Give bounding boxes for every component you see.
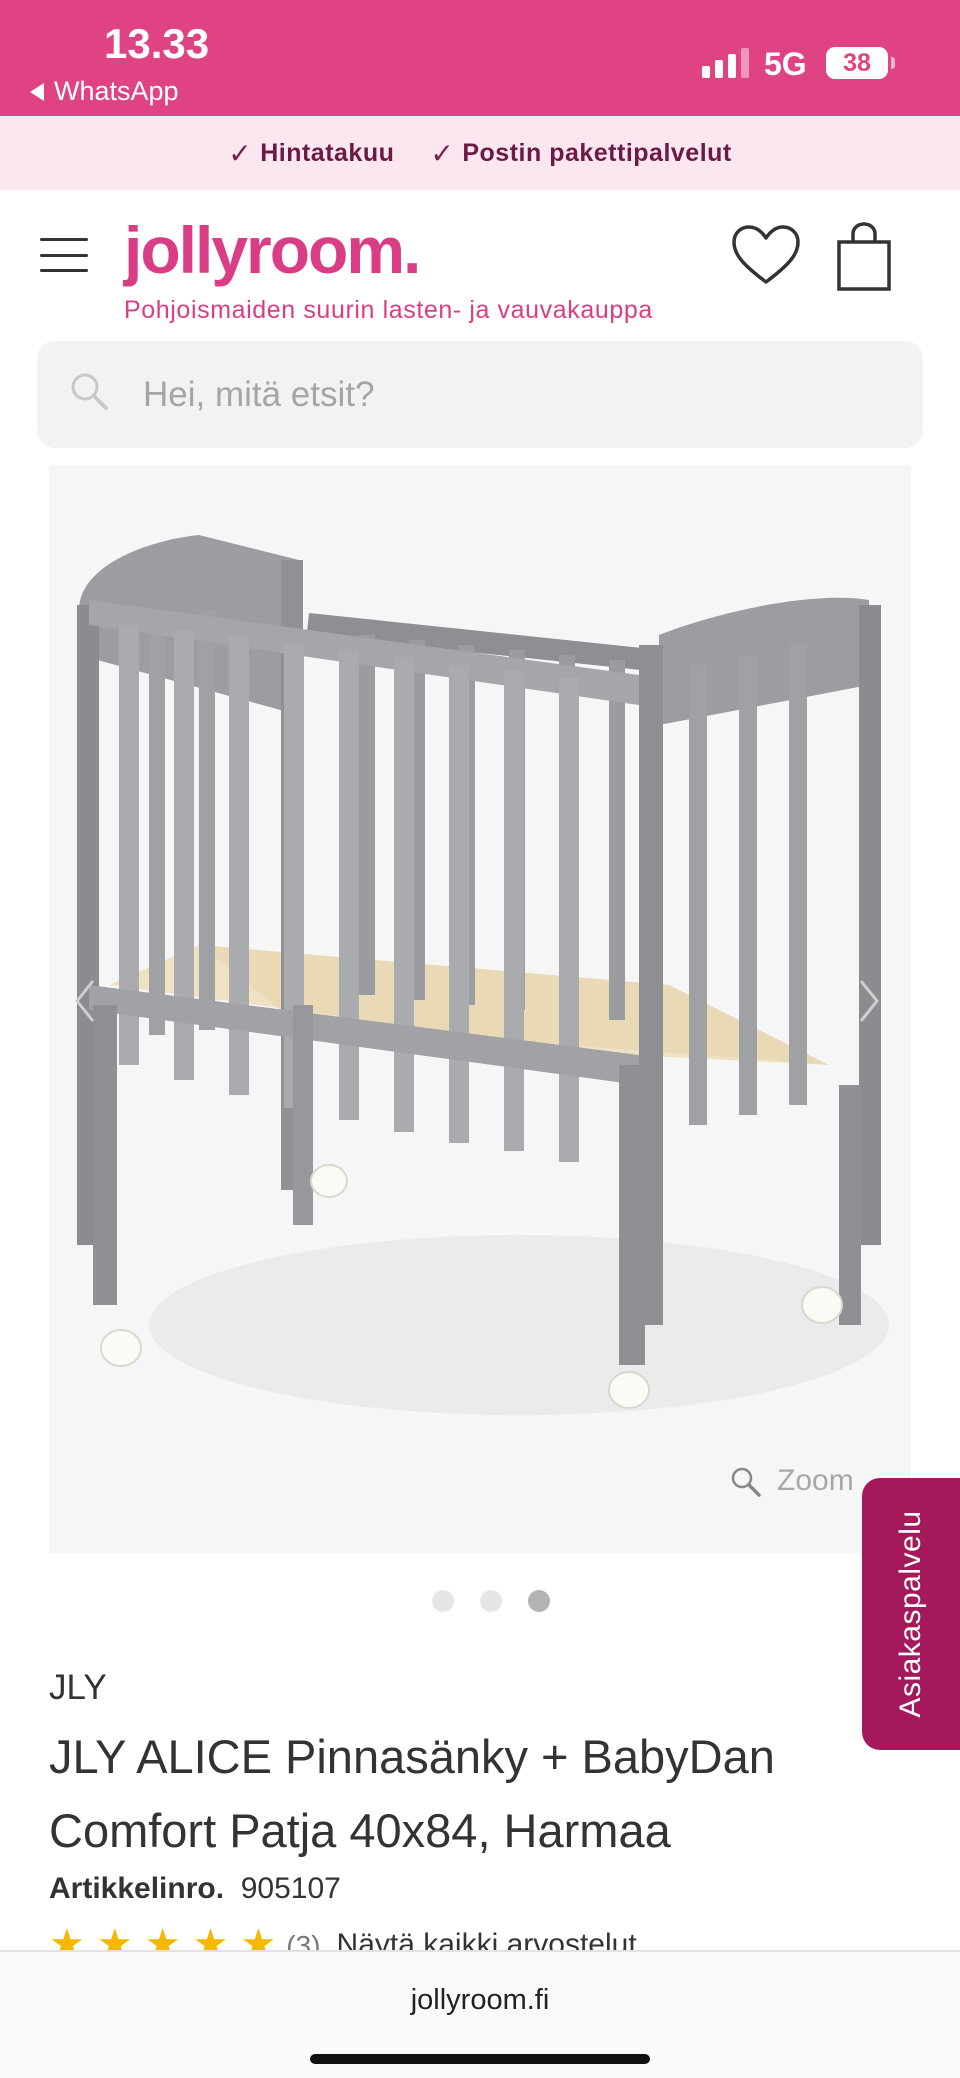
previous-image-arrow-icon[interactable] [73,977,97,1025]
zoom-label: Zoom [777,1464,854,1497]
product-sku: Artikkelinro. 905107 [49,1872,341,1906]
back-app-label: WhatsApp [54,76,179,106]
pagination-dot[interactable] [432,1590,454,1612]
pagination-dot[interactable] [480,1590,502,1612]
product-image-gallery[interactable]: Zoom [49,465,911,1553]
product-page: 13.33 WhatsApp 5G 38 ✓ Hintatakuu ✓ Post… [0,0,960,2078]
usp-item-price-guarantee: ✓ Hintatakuu [228,137,394,170]
product-title: JLY ALICE Pinnasänky + BabyDan Comfort P… [49,1730,775,1857]
shopping-bag-icon[interactable] [836,222,892,292]
search-bar[interactable] [37,341,923,448]
zoom-button[interactable]: Zoom [729,1464,854,1498]
usp-bar: ✓ Hintatakuu ✓ Postin pakettipalvelut [0,116,960,190]
site-logo[interactable]: jollyroom. [124,212,421,288]
back-to-app-link[interactable]: WhatsApp [30,76,179,107]
browser-address-bar: jollyroom.fi [0,1950,960,2078]
url-label[interactable]: jollyroom.fi [0,1984,960,2017]
battery-icon: 38 [826,47,888,79]
product-image-crib [77,535,889,1415]
back-arrow-icon [30,82,44,101]
pagination-dot-active[interactable] [528,1590,550,1612]
sku-label: Artikkelinro. [49,1872,225,1905]
usp-item-post-parcel: ✓ Postin pakettipalvelut [430,137,731,170]
customer-service-tab[interactable]: Asiakaspalvelu [862,1478,960,1750]
product-brand[interactable]: JLY [49,1668,107,1708]
home-indicator[interactable] [310,2054,650,2064]
gallery-pagination-dots [432,1590,550,1612]
signal-icon [702,48,749,78]
network-type: 5G [764,46,807,82]
usp-label: Postin pakettipalvelut [462,138,732,167]
sku-value: 905107 [240,1872,341,1905]
battery-tip [891,57,895,69]
status-bar: 13.33 WhatsApp 5G 38 [0,0,960,116]
usp-label: Hintatakuu [260,138,395,167]
next-image-arrow-icon[interactable] [857,977,881,1025]
customer-service-label: Asiakaspalvelu [894,1510,927,1718]
search-icon [71,373,108,410]
magnifier-icon [731,1467,761,1497]
check-icon: ✓ [430,137,455,169]
search-input[interactable] [143,341,883,448]
check-icon: ✓ [228,137,253,169]
status-time: 13.33 [104,20,210,67]
wishlist-heart-icon[interactable] [730,224,802,288]
site-tagline: Pohjoismaiden suurin lasten- ja vauvakau… [124,296,653,324]
menu-icon[interactable] [40,238,88,272]
